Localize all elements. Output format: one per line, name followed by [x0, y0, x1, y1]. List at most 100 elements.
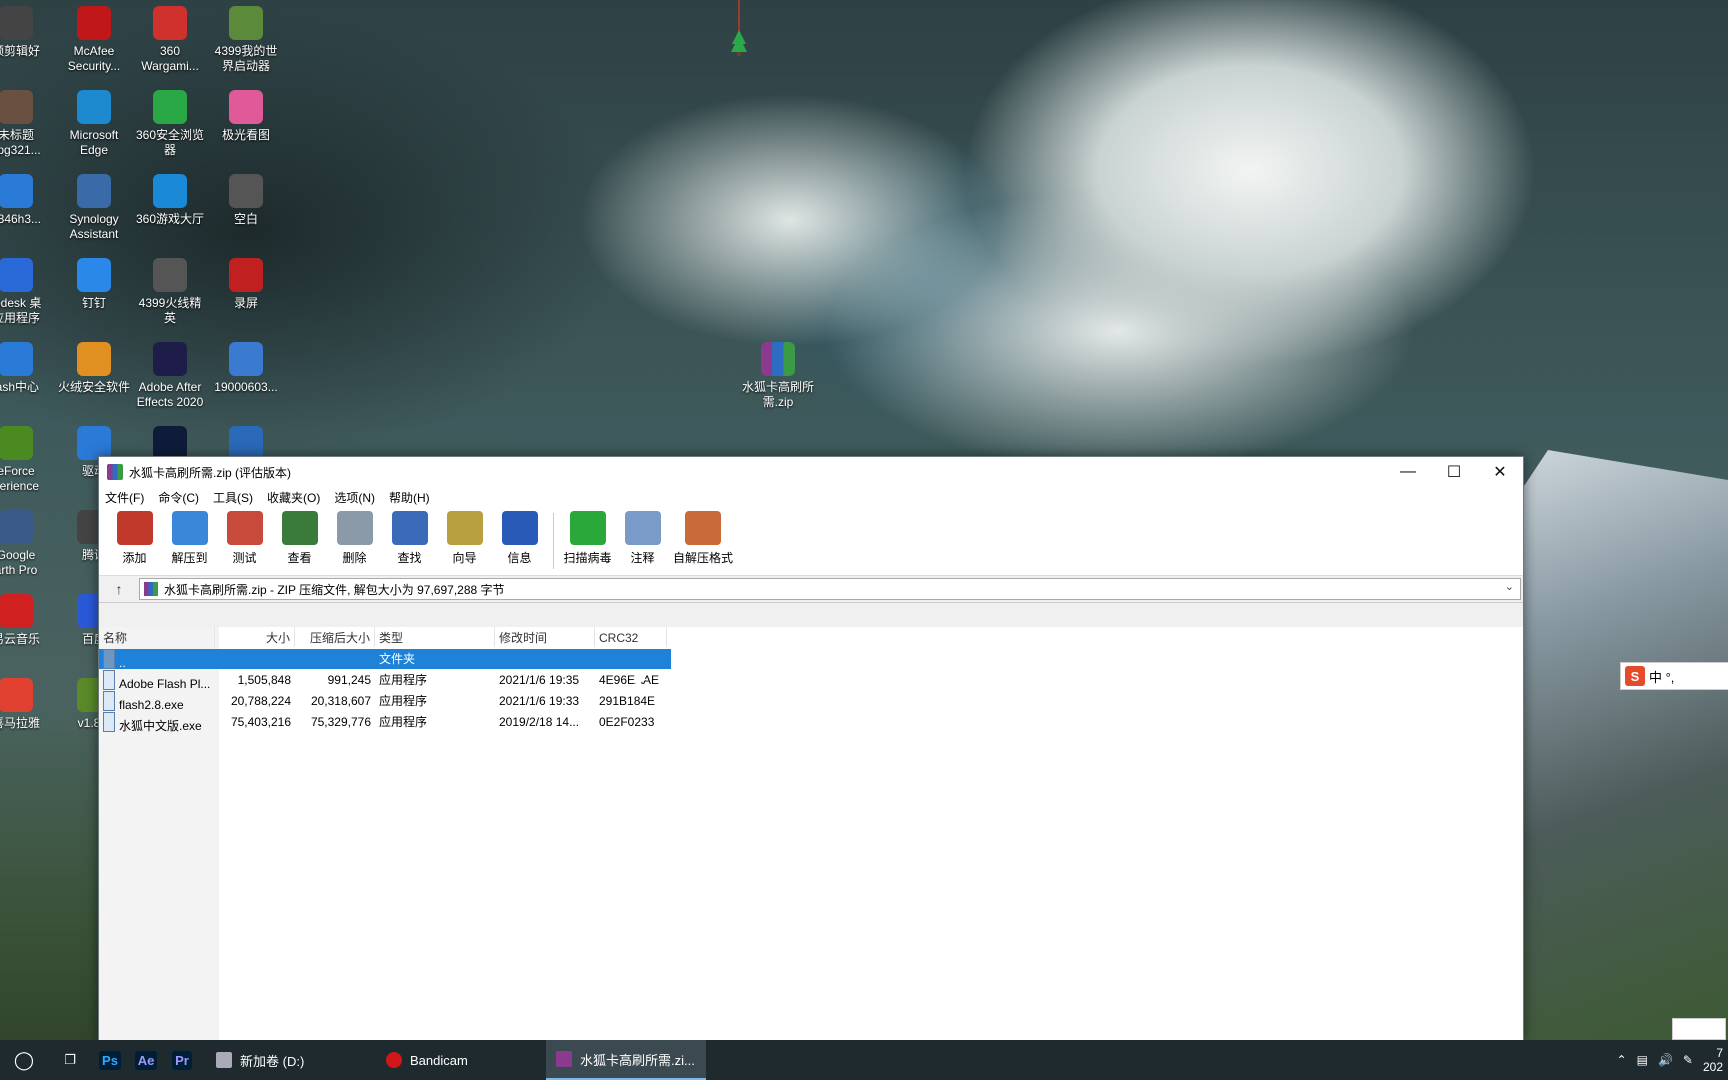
task-view-button[interactable]: ❐ — [48, 1040, 92, 1080]
trash-icon — [336, 511, 373, 545]
desktop-icon-flash-center[interactable]: lash中心 — [0, 342, 54, 395]
menu-item-4[interactable]: 选项(N) — [334, 489, 375, 506]
sfx-button[interactable]: 自解压格式 — [670, 507, 736, 566]
task-drive-d[interactable]: 新加卷 (D:) — [206, 1040, 376, 1080]
desktop-icon-minecraft[interactable]: 4399我的世 界启动器 — [208, 6, 284, 74]
extract-to-button[interactable]: 解压到 — [162, 507, 217, 566]
column-header-2[interactable]: 压缩后大小 — [295, 627, 375, 647]
info-icon — [501, 511, 538, 545]
column-header-4[interactable]: 修改时间 — [495, 627, 595, 647]
menu-item-3[interactable]: 收藏夹(O) — [267, 489, 320, 506]
task-bandicam[interactable]: Bandicam — [376, 1040, 546, 1080]
desktop-icon-blank[interactable]: 空白 — [208, 174, 284, 227]
ime-toolbar[interactable]: S 中 °, — [1620, 662, 1728, 690]
file-list: 名称 大小 压缩后大小 类型 修改时间 CRC32 .. 文件夹 Adobe Flash Pl… — [99, 627, 1523, 1041]
close-icon: ✕ — [1493, 464, 1507, 481]
table-row[interactable]: .. 文件夹 — [99, 649, 671, 670]
taskbar-app-ps[interactable]: Ps — [92, 1040, 128, 1080]
desktop-icon-2346-browser[interactable]: 2346h3... — [0, 174, 54, 227]
volume-icon[interactable]: 🔊 — [1658, 1053, 1673, 1067]
exe-file-icon — [103, 712, 115, 732]
desktop-icon-360-browser[interactable]: 360安全浏览 器 — [132, 90, 208, 158]
taskbar-app-ae[interactable]: Ae — [128, 1040, 164, 1080]
desktop-icon-jpg-file[interactable]: 未标题 .jpg321... — [0, 90, 54, 158]
file-name-text: Adobe Flash Pl... — [119, 677, 211, 691]
desktop-icon-synology[interactable]: Synology Assistant — [56, 174, 132, 242]
wizard-button[interactable]: 向导 — [437, 507, 492, 566]
desktop-icon-todesk[interactable]: todesk 桌 应用程序 — [0, 258, 54, 326]
ximalaya-icon — [0, 678, 33, 712]
file-name-text: flash2.8.exe — [119, 698, 184, 712]
pinned-apps: Ps Ae Pr — [92, 1040, 200, 1080]
desktop-icon-label: Microsoft Edge — [69, 128, 119, 157]
start-button[interactable]: ◯ — [0, 1040, 48, 1080]
desktop-icon-geforce[interactable]: eForce perience — [0, 426, 54, 494]
column-header-0[interactable]: 名称 — [99, 627, 215, 647]
minimize-button[interactable]: — — [1385, 457, 1431, 487]
column-header-3[interactable]: 类型 — [375, 627, 495, 647]
desktop-icon-edge[interactable]: Microsoft Edge — [56, 90, 132, 158]
toolbar-separator — [553, 513, 554, 569]
task-label: Bandicam — [410, 1052, 468, 1068]
desktop-icon-label: 极光看图 — [221, 128, 270, 142]
desktop-icon-huorong[interactable]: 火绒安全软件 — [56, 342, 132, 395]
up-button[interactable]: ↑ — [99, 581, 139, 597]
close-button[interactable]: ✕ — [1477, 457, 1523, 487]
title-bar[interactable]: 水狐卡高刷所需.zip (评估版本) — ☐ ✕ — [99, 457, 1523, 487]
desktop-icon-360-wargaming[interactable]: 360 Wargami... — [132, 6, 208, 74]
comment-button[interactable]: 注释 — [615, 507, 670, 566]
maximize-button[interactable]: ☐ — [1431, 457, 1477, 487]
driver-icon — [77, 426, 111, 460]
network-icon[interactable]: ▤ — [1637, 1053, 1648, 1067]
desktop-icon-360-games[interactable]: 360游戏大厅 — [132, 174, 208, 227]
add-icon — [116, 511, 153, 545]
table-row[interactable]: 水狐中文版.exe 75,403,216 75,329,776 应用程序 2019/2/… — [99, 712, 671, 733]
desktop-zip-file[interactable]: 水狐卡高刷所 需.zip — [740, 342, 816, 410]
desktop-icon-ximalaya[interactable]: 喜马拉雅 — [0, 678, 54, 731]
desktop-icon-netease-music[interactable]: 易云音乐 — [0, 594, 54, 647]
ime-tray-box[interactable] — [1672, 1018, 1726, 1040]
menu-item-0[interactable]: 文件(F) — [105, 489, 144, 506]
path-field[interactable]: 水狐卡高刷所需.zip - ZIP 压缩文件, 解包大小为 97,697,288… — [139, 578, 1521, 600]
toolbar-label: 添加 — [122, 551, 147, 565]
tray-clock[interactable]: 7 202 — [1703, 1046, 1723, 1074]
menu-item-1[interactable]: 命令(C) — [158, 489, 199, 506]
table-row[interactable]: Adobe Flash Pl... 1,505,848 991,245 应用程序 202… — [99, 670, 671, 691]
scan-virus-button[interactable]: 扫描病毒 — [560, 507, 615, 566]
cell-modified: 2019/2/18 14... — [499, 715, 580, 729]
column-header-5[interactable]: CRC32 — [595, 627, 667, 647]
view-button[interactable]: 查看 — [272, 507, 327, 566]
desktop-icon-file-19000603[interactable]: 19000603... — [208, 342, 284, 395]
pen-icon[interactable]: ✎ — [1683, 1053, 1693, 1067]
desktop-icon-after-effects[interactable]: Adobe After Effects 2020 — [132, 342, 208, 410]
add-button[interactable]: 添加 — [107, 507, 162, 566]
chevron-down-icon[interactable]: ⌄ — [1505, 580, 1514, 593]
google-earth-icon — [0, 510, 33, 544]
cell-type: 应用程序 — [379, 694, 428, 708]
find-button[interactable]: 查找 — [382, 507, 437, 566]
info-button[interactable]: 信息 — [492, 507, 547, 566]
delete-button[interactable]: 删除 — [327, 507, 382, 566]
test-button[interactable]: 测试 — [217, 507, 272, 566]
arrow-up-icon: ↑ — [115, 581, 123, 597]
task-winrar[interactable]: 水狐卡高刷所需.zi... — [546, 1040, 706, 1080]
desktop-icon-mcafee[interactable]: McAfee Security... — [56, 6, 132, 74]
menu-item-2[interactable]: 工具(S) — [213, 489, 253, 506]
desktop-icon-label: 录屏 — [233, 296, 258, 310]
desktop-icon-google-earth[interactable]: Google arth Pro — [0, 510, 54, 578]
cell-modified: 2021/1/6 19:33 — [499, 694, 580, 708]
column-header-1[interactable]: 大小 — [215, 627, 295, 647]
taskbar-app-pr[interactable]: Pr — [164, 1040, 200, 1080]
4399-game-icon — [153, 258, 187, 292]
desktop-icon-dingtalk[interactable]: 钉钉 — [56, 258, 132, 311]
desktop-icon-4399-game[interactable]: 4399火线精 英 — [132, 258, 208, 326]
tray-date: 202 — [1702, 1060, 1723, 1074]
table-row[interactable]: flash2.8.exe 20,788,224 20,318,607 应用程序 2021… — [99, 691, 671, 712]
cell-crc — [599, 649, 663, 669]
desktop-icon-image-viewer[interactable]: 极光看图 — [208, 90, 284, 143]
chevron-up-icon[interactable]: ⌃ — [1617, 1053, 1627, 1067]
desktop-icon-label: McAfee Security... — [67, 44, 121, 73]
menu-item-5[interactable]: 帮助(H) — [389, 489, 430, 506]
desktop-icon-screen-recorder[interactable]: 录屏 — [208, 258, 284, 311]
desktop-icon-video-editor[interactable]: 频剪辑好 — [0, 6, 54, 59]
